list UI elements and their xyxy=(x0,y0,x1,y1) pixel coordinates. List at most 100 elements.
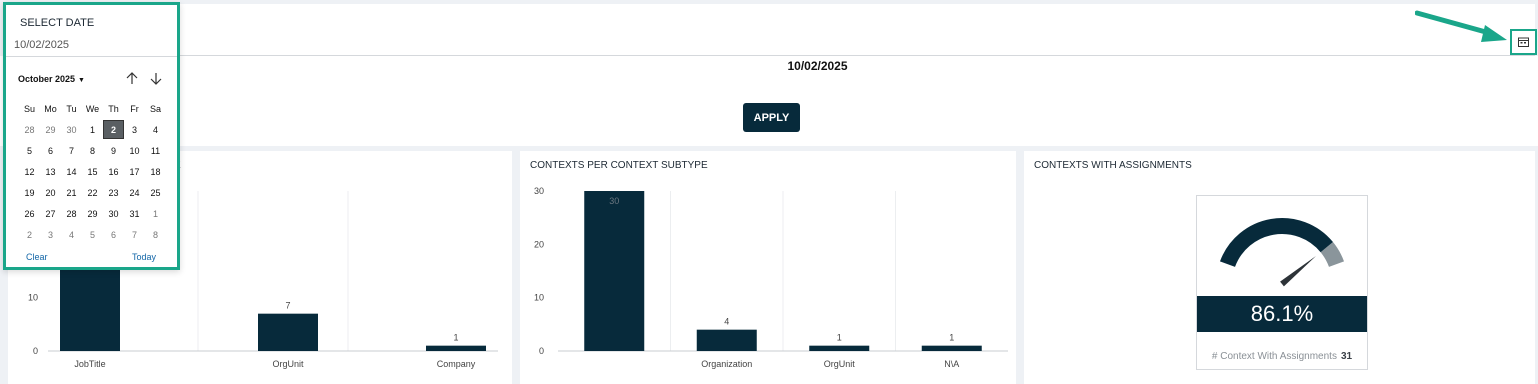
weekday-header: We xyxy=(85,103,100,114)
calendar-day[interactable]: 1 xyxy=(145,204,166,223)
today-button[interactable]: Today xyxy=(132,252,156,262)
calendar-day[interactable]: 18 xyxy=(145,162,166,181)
calendar-day[interactable]: 26 xyxy=(19,204,40,223)
weekday-header: Tu xyxy=(66,103,77,114)
date-input[interactable]: 10/02/2025 xyxy=(14,39,69,51)
arrow-up-icon xyxy=(126,71,138,84)
apply-button[interactable]: APPLY xyxy=(743,103,800,132)
gauge-needle xyxy=(1280,256,1316,287)
calendar-day[interactable]: 27 xyxy=(40,204,61,223)
calendar-day[interactable]: 30 xyxy=(103,204,124,223)
bar[interactable] xyxy=(921,345,982,351)
prev-month-button[interactable] xyxy=(124,70,140,86)
calendar-day[interactable]: 17 xyxy=(124,162,145,181)
calendar-day[interactable]: 23 xyxy=(103,183,124,202)
calendar-day[interactable]: 1 xyxy=(82,120,103,139)
next-month-button[interactable] xyxy=(148,70,164,86)
calendar-day[interactable]: 16 xyxy=(103,162,124,181)
data-label: 7 xyxy=(285,301,290,311)
calendar-day[interactable]: 9 xyxy=(103,141,124,160)
calendar-day[interactable]: 10 xyxy=(124,141,145,160)
data-label: 1 xyxy=(949,333,954,343)
calendar-day[interactable]: 3 xyxy=(40,225,61,244)
calendar-day[interactable]: 11 xyxy=(145,141,166,160)
gauge-footer-count: 31 xyxy=(1340,351,1353,362)
calendar-day[interactable]: 21 xyxy=(61,183,82,202)
gauge-dial xyxy=(1219,218,1345,287)
calendar-day[interactable]: 6 xyxy=(40,141,61,160)
calendar-day[interactable]: 5 xyxy=(82,225,103,244)
calendar-day[interactable]: 28 xyxy=(61,204,82,223)
data-label: 1 xyxy=(837,333,842,343)
calendar-day[interactable]: 8 xyxy=(82,141,103,160)
calendar-day[interactable]: 30 xyxy=(61,120,82,139)
bar[interactable] xyxy=(696,329,757,351)
calendar-day[interactable]: 14 xyxy=(61,162,82,181)
calendar-day[interactable]: 7 xyxy=(124,225,145,244)
y-tick-label: 0 xyxy=(539,346,544,356)
datepicker-popup[interactable]: SELECT DATE 10/02/2025 October 2025 ▼ Su M… xyxy=(3,2,180,270)
calendar-day[interactable]: 8 xyxy=(145,225,166,244)
y-tick-label: 10 xyxy=(28,293,38,303)
calendar-day[interactable]: 28 xyxy=(19,120,40,139)
calendar-day[interactable]: 12 xyxy=(19,162,40,181)
x-tick-label: JobTitle xyxy=(74,359,105,369)
caret-down-icon: ▼ xyxy=(78,77,85,84)
x-tick-label: OrgUnit xyxy=(824,359,856,369)
data-label: 30 xyxy=(609,196,619,206)
weekday-header: Fr xyxy=(130,103,139,114)
bar[interactable] xyxy=(584,191,645,351)
bar[interactable] xyxy=(809,345,870,351)
calendar-day[interactable]: 4 xyxy=(61,225,82,244)
arrow-down-icon xyxy=(150,72,162,85)
calendar-day[interactable]: 24 xyxy=(124,183,145,202)
month-label: October 2025 xyxy=(18,74,76,84)
panel-contexts-per-subtype: CONTEXTS PER CONTEXT SUBTYPE 0 10 20 30 30 4 O… xyxy=(520,151,1016,384)
gauge-footer-label: # Context With Assignments xyxy=(1211,351,1337,362)
calendar-day[interactable]: 15 xyxy=(82,162,103,181)
panel-title: CONTEXTS WITH ASSIGNMENTS xyxy=(1034,160,1192,171)
calendar-day[interactable]: 22 xyxy=(82,183,103,202)
calendar-day[interactable]: 6 xyxy=(103,225,124,244)
calendar-day-selected[interactable]: 2 xyxy=(103,120,124,139)
chart-contexts-per-subtype: 0 10 20 30 30 4 Organization 1 OrgUnit 1 N\A xyxy=(534,186,1008,369)
weekday-header: Mo xyxy=(44,103,57,114)
calendar-day[interactable]: 13 xyxy=(40,162,61,181)
month-selector[interactable]: October 2025 ▼ xyxy=(18,74,85,84)
x-tick-label: N\A xyxy=(944,359,959,369)
y-tick-label: 20 xyxy=(534,239,544,249)
calendar-day[interactable]: 29 xyxy=(40,120,61,139)
y-tick-label: 30 xyxy=(534,186,544,196)
annotation-arrow-icon xyxy=(1415,10,1507,42)
weekday-header: Su xyxy=(23,103,35,114)
gauge-footer: # Context With Assignments 31 xyxy=(1197,351,1367,362)
calendar-icon xyxy=(1518,37,1529,47)
calendar-day[interactable]: 29 xyxy=(82,204,103,223)
x-tick-label: Company xyxy=(437,359,476,369)
y-tick-label: 0 xyxy=(33,346,38,356)
clear-button[interactable]: Clear xyxy=(26,252,48,262)
calendar-day[interactable]: 3 xyxy=(124,120,145,139)
panel-contexts-with-assignments: CONTEXTS WITH ASSIGNMENTS 86.1% # Contex… xyxy=(1024,151,1535,384)
calendar-day[interactable]: 19 xyxy=(19,183,40,202)
calendar-day[interactable]: 25 xyxy=(145,183,166,202)
calendar-day[interactable]: 4 xyxy=(145,120,166,139)
bar[interactable] xyxy=(258,313,318,351)
calendar-day[interactable]: 2 xyxy=(19,225,40,244)
calendar-day[interactable]: 31 xyxy=(124,204,145,223)
calendar-day[interactable]: 7 xyxy=(61,141,82,160)
datepicker-label: SELECT DATE xyxy=(20,17,95,29)
calendar-day[interactable]: 20 xyxy=(40,183,61,202)
data-label: 4 xyxy=(724,317,729,327)
x-tick-label: Organization xyxy=(701,359,752,369)
calendar-day[interactable]: 5 xyxy=(19,141,40,160)
bar[interactable] xyxy=(426,345,486,351)
gauge-value: 86.1% xyxy=(1197,296,1367,332)
x-tick-label: OrgUnit xyxy=(272,359,304,369)
weekday-header: Sa xyxy=(149,103,161,114)
y-tick-label: 10 xyxy=(534,293,544,303)
datepicker-header: SELECT DATE 10/02/2025 xyxy=(6,5,177,57)
calendar-grid: Su Mo Tu We Th Fr Sa 28 29 30 1 2 3 4 5 6 7 8 9 10 11 12 13 14 1… xyxy=(19,99,167,246)
date-selector-bar xyxy=(8,4,1535,56)
selected-date-display: 10/02/2025 xyxy=(787,59,848,73)
